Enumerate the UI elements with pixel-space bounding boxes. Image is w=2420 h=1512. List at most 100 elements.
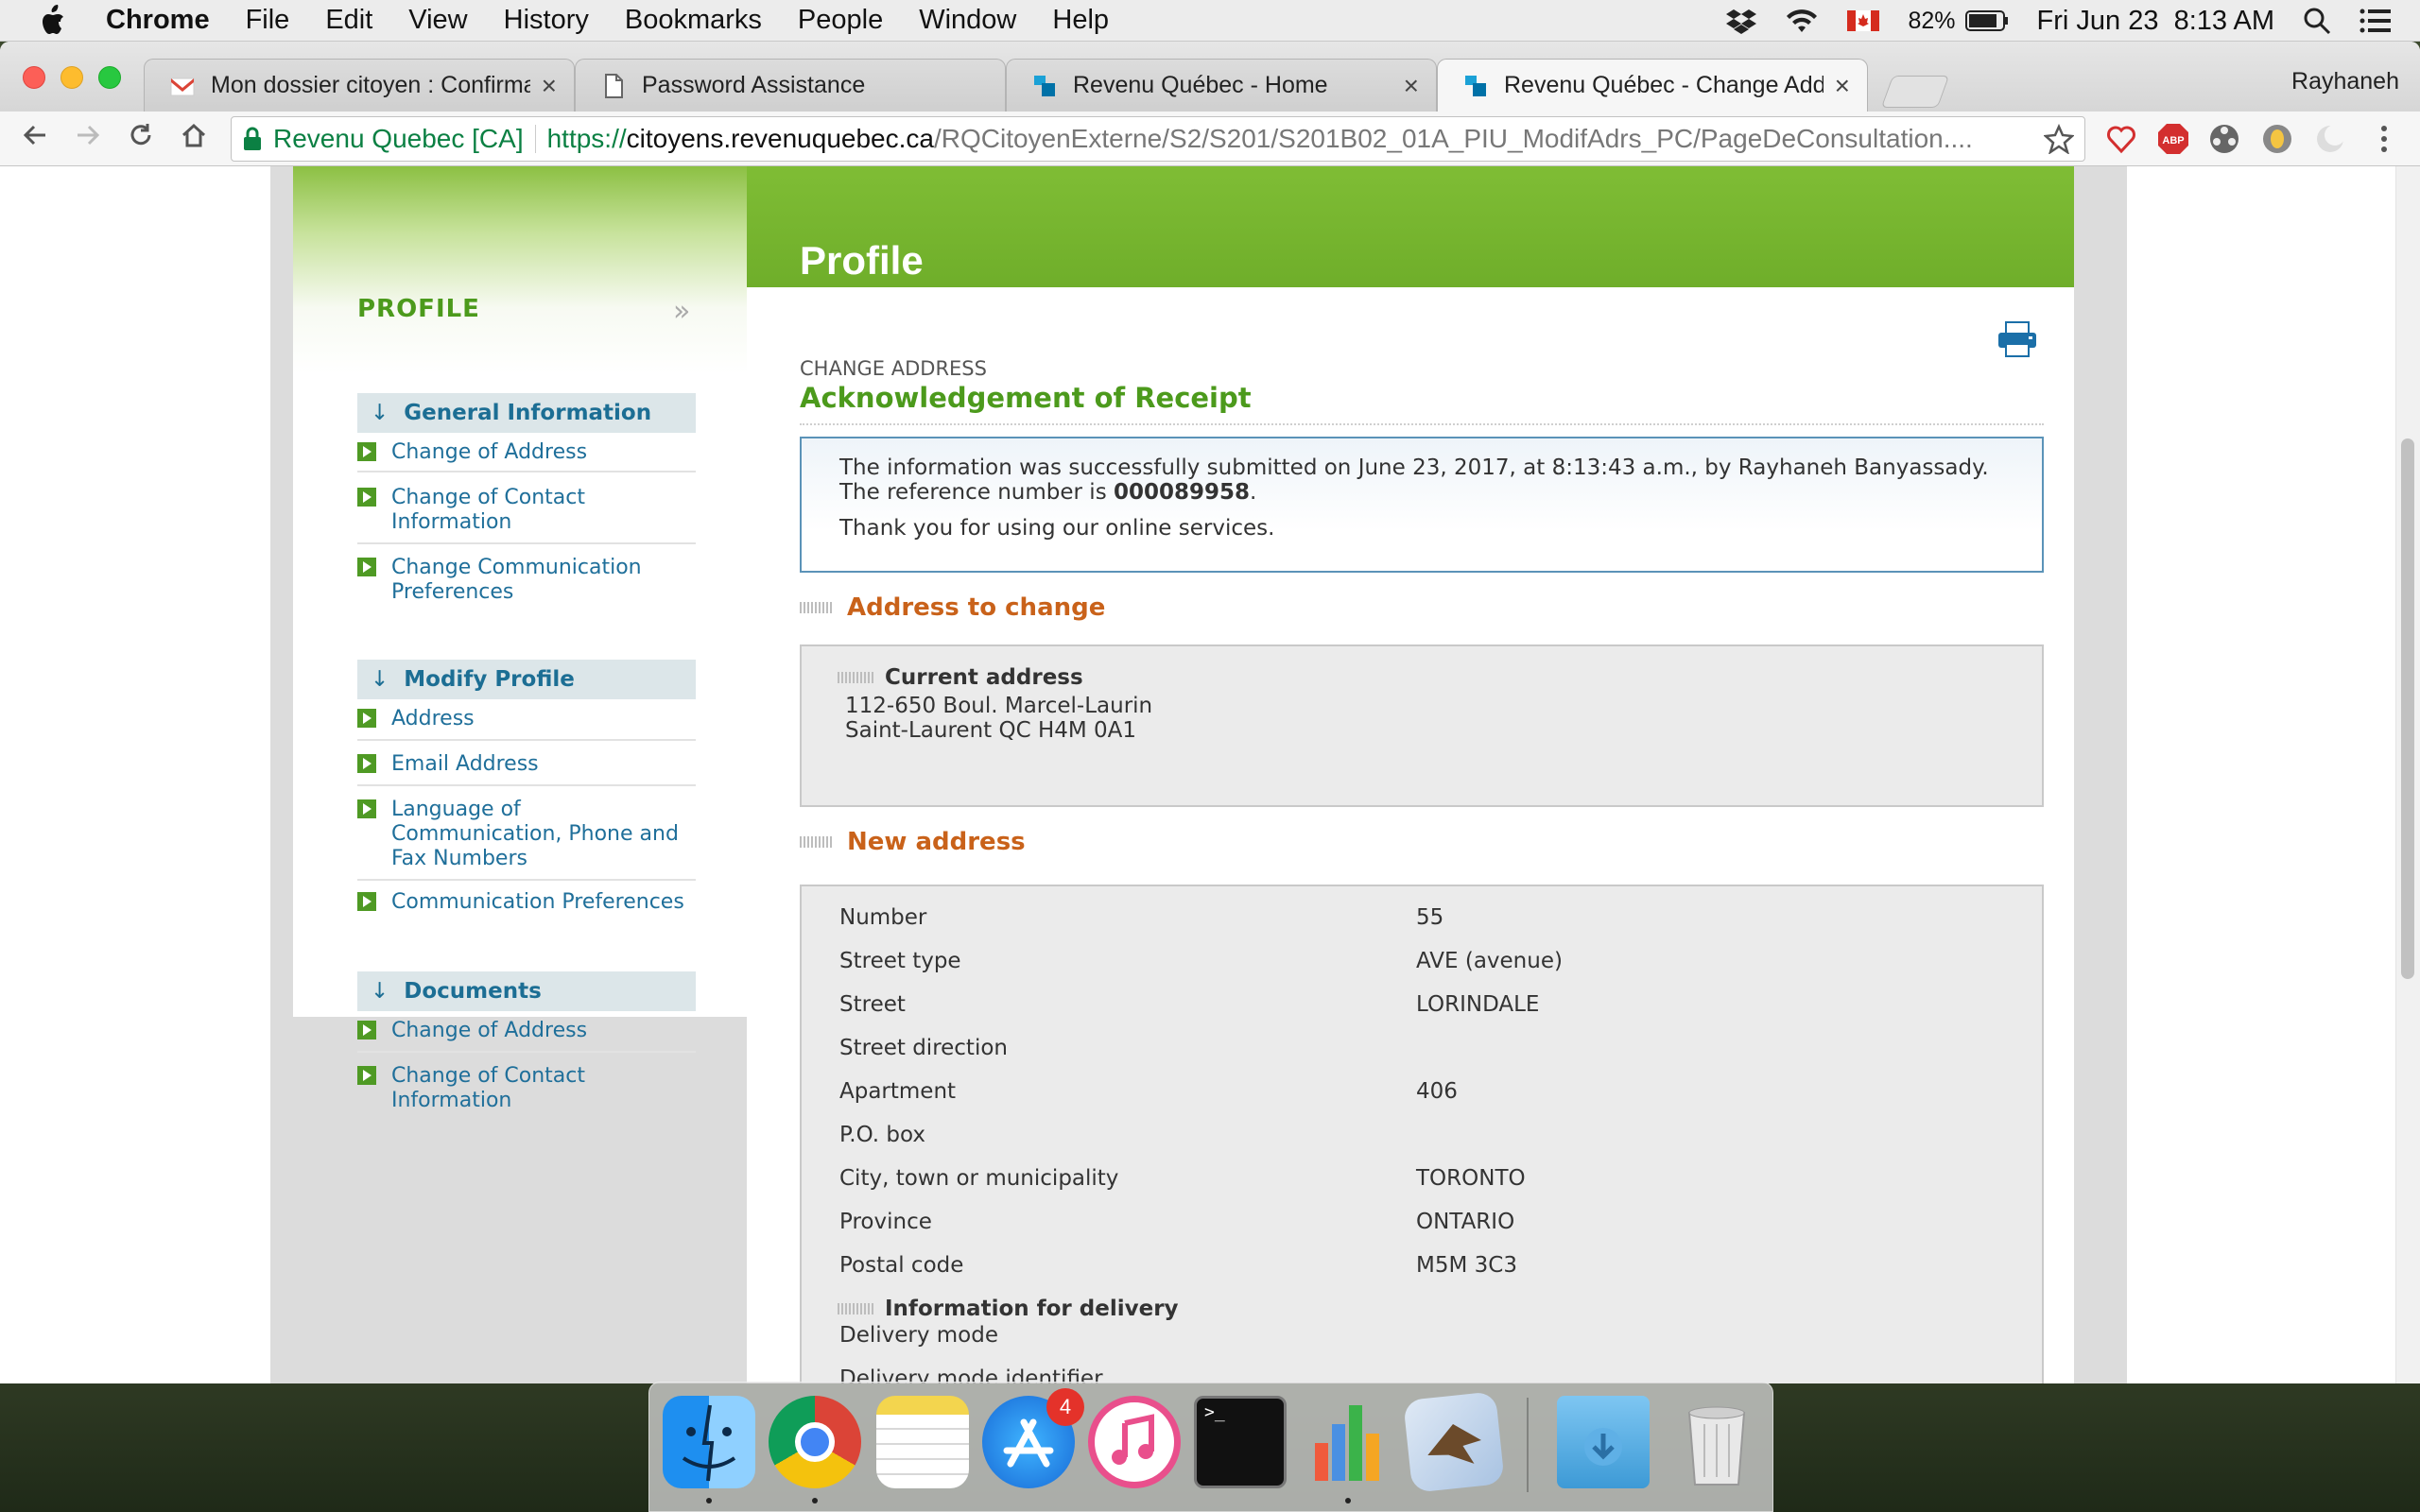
mail-icon[interactable]: [1403, 1391, 1505, 1493]
current-address-line-1: 112-650 Boul. Marcel-Laurin: [845, 694, 1153, 718]
sub-heading-text: Current address: [885, 665, 1083, 690]
minimize-window-button[interactable]: [60, 66, 83, 89]
field-value-street-type: AVE (avenue): [1416, 949, 1563, 973]
shield-extension-icon[interactable]: [2261, 123, 2293, 155]
moon-extension-icon[interactable]: [2314, 123, 2346, 155]
tab-revenu-quebec-change-address[interactable]: Revenu Québec - Change Addr ×: [1437, 59, 1868, 112]
menu-people[interactable]: People: [798, 5, 883, 36]
printer-icon[interactable]: [1996, 321, 2038, 357]
security-label[interactable]: Revenu Quebec [CA]: [273, 124, 524, 154]
menu-view[interactable]: View: [408, 5, 467, 36]
running-indicator: [706, 1498, 712, 1503]
sidebar-link-change-of-contact-information[interactable]: Change of Contact Information: [357, 486, 696, 544]
canada-flag-icon[interactable]: [1847, 10, 1880, 31]
menu-bar: Chrome File Edit View History Bookmarks …: [0, 0, 2420, 42]
downloads-folder-icon[interactable]: [1557, 1396, 1650, 1488]
battery-percent: 82%: [1908, 7, 1956, 34]
forward-button[interactable]: [68, 119, 108, 159]
notification-center-icon[interactable]: [2360, 8, 2392, 34]
arrow-bullet-icon: [357, 754, 376, 773]
revenu-quebec-icon: [1465, 75, 1486, 96]
double-chevron-icon[interactable]: »: [673, 295, 690, 328]
sidebar-link-change-communication-preferences[interactable]: Change Communication Preferences: [357, 556, 696, 605]
sidebar-link-language-phone-fax[interactable]: Language of Communication, Phone and Fax…: [357, 798, 696, 881]
sidebar-link-document-change-of-address[interactable]: Change of Address: [357, 1019, 696, 1053]
notes-icon[interactable]: [876, 1396, 969, 1488]
arrow-bullet-icon: [357, 488, 376, 507]
sidebar-link-document-change-of-contact-information[interactable]: Change of Contact Information: [357, 1064, 696, 1113]
menu-bookmarks[interactable]: Bookmarks: [625, 5, 762, 36]
field-value-province: ONTARIO: [1416, 1210, 1515, 1234]
new-tab-button[interactable]: [1880, 76, 1950, 108]
field-label-delivery-mode: Delivery mode: [839, 1323, 999, 1348]
field-value-city: TORONTO: [1416, 1166, 1526, 1191]
home-button[interactable]: [174, 119, 214, 159]
close-tab-icon[interactable]: ×: [542, 71, 557, 101]
menu-file[interactable]: File: [246, 5, 290, 36]
profile-name[interactable]: Rayhaneh: [2291, 68, 2399, 95]
bookmark-star-icon[interactable]: [2044, 124, 2074, 154]
gmail-icon: [170, 77, 195, 95]
back-button[interactable]: [15, 119, 55, 159]
sidebar-link-communication-preferences[interactable]: Communication Preferences: [357, 890, 696, 915]
field-label-apartment: Apartment: [839, 1079, 957, 1104]
arrow-bullet-icon: [357, 1066, 376, 1085]
numbers-icon[interactable]: [1302, 1396, 1394, 1488]
chrome-icon[interactable]: [769, 1396, 861, 1488]
sidebar-link-label: Address: [391, 707, 475, 730]
field-label-postal-code: Postal code: [839, 1253, 964, 1278]
arrow-bullet-icon: [357, 558, 376, 576]
running-indicator: [812, 1498, 818, 1503]
clock[interactable]: Fri Jun 23 8:13 AM: [2037, 6, 2274, 37]
scrollbar-thumb[interactable]: [2401, 438, 2414, 979]
url-protocol: https://: [546, 124, 627, 153]
reload-button[interactable]: [121, 119, 161, 159]
zoom-window-button[interactable]: [98, 66, 121, 89]
sidebar-section-general-information[interactable]: ↓ General Information: [357, 393, 696, 433]
tab-title: Mon dossier citoyen : Confirma: [211, 72, 530, 98]
apple-icon[interactable]: [38, 4, 70, 38]
close-window-button[interactable]: [23, 66, 45, 89]
itunes-icon[interactable]: [1088, 1396, 1181, 1488]
back-arrow-icon: [23, 125, 45, 146]
film-extension-icon[interactable]: [2208, 123, 2240, 155]
tab-password-assistance[interactable]: Password Assistance: [575, 59, 1006, 112]
reference-prefix: The reference number is: [839, 480, 1114, 505]
heart-extension-icon[interactable]: [2106, 123, 2136, 155]
field-label-city: City, town or municipality: [839, 1166, 1119, 1191]
sidebar-link-change-of-address[interactable]: Change of Address: [357, 440, 696, 472]
sidebar-section-documents[interactable]: ↓ Documents: [357, 971, 696, 1011]
dropbox-icon[interactable]: [1726, 8, 1757, 34]
tab-gmail[interactable]: Mon dossier citoyen : Confirma ×: [144, 59, 575, 112]
menu-window[interactable]: Window: [919, 5, 1016, 36]
tab-title: Password Assistance: [642, 72, 866, 98]
scrollbar-track[interactable]: [2395, 166, 2420, 1383]
wifi-icon[interactable]: [1785, 8, 1819, 34]
battery-icon[interactable]: [1964, 9, 2009, 32]
address-bar[interactable]: Revenu Quebec [CA] https://citoyens.reve…: [231, 116, 2085, 162]
chrome-menu-icon[interactable]: [2377, 123, 2392, 155]
menu-app-name[interactable]: Chrome: [106, 5, 210, 36]
sidebar-link-email-address[interactable]: Email Address: [357, 752, 696, 786]
sidebar-section-modify-profile[interactable]: ↓ Modify Profile: [357, 660, 696, 699]
app-store-badge: 4: [1046, 1388, 1084, 1426]
spotlight-search-icon[interactable]: [2303, 7, 2331, 35]
revenu-quebec-icon: [1034, 75, 1055, 96]
adblock-plus-icon[interactable]: ABP: [2157, 123, 2189, 155]
lock-icon[interactable]: [243, 127, 262, 151]
trash-icon[interactable]: [1670, 1396, 1763, 1488]
sidebar-link-label: Communication Preferences: [391, 890, 684, 914]
sidebar-link-address[interactable]: Address: [357, 707, 696, 741]
close-tab-icon[interactable]: ×: [1404, 71, 1419, 101]
finder-icon[interactable]: [663, 1396, 755, 1488]
menu-history[interactable]: History: [504, 5, 589, 36]
sidebar-link-label: Language of Communication, Phone and Fax…: [391, 798, 679, 870]
menu-help[interactable]: Help: [1052, 5, 1109, 36]
menu-edit[interactable]: Edit: [325, 5, 372, 36]
svg-text:ABP: ABP: [2162, 135, 2184, 146]
tab-strip: Mon dossier citoyen : Confirma × Passwor…: [0, 42, 2420, 112]
terminal-icon[interactable]: >_: [1194, 1396, 1287, 1488]
confirmation-text: The information was successfully submitt…: [839, 455, 1989, 480]
close-tab-icon[interactable]: ×: [1835, 71, 1850, 101]
tab-revenu-quebec-home[interactable]: Revenu Québec - Home ×: [1006, 59, 1437, 112]
